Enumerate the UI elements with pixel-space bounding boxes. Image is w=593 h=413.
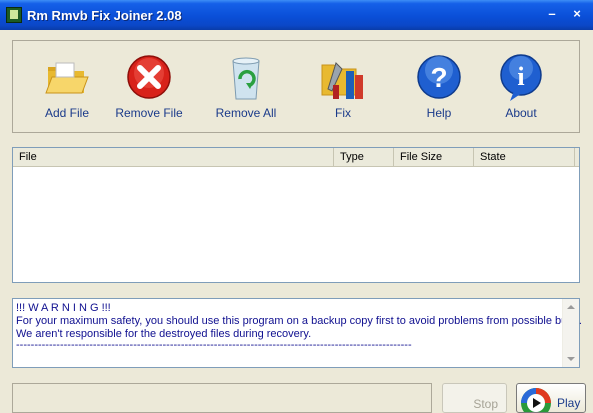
remove-file-button[interactable]: Remove File [109, 53, 189, 131]
red-x-icon [127, 55, 171, 99]
question-icon: ? [417, 55, 461, 99]
remove-all-button[interactable]: Remove All [206, 53, 286, 131]
log-warning-line: !!! W A R N I N G !!! [16, 302, 111, 314]
log-scrollbar[interactable] [562, 299, 579, 367]
column-state[interactable]: State [474, 148, 575, 166]
log-line: For your maximum safety, you should use … [16, 315, 582, 327]
column-file-size[interactable]: File Size [394, 148, 474, 166]
minimize-button[interactable]: – [544, 7, 560, 22]
play-icon [521, 388, 551, 412]
title-bar[interactable]: Rm Rmvb Fix Joiner 2.08 – × [0, 0, 593, 30]
folder-open-icon [45, 62, 89, 94]
app-icon [6, 7, 22, 23]
play-label: Play [557, 396, 581, 410]
fix-label: Fix [335, 106, 351, 120]
play-button[interactable]: Play [516, 383, 586, 413]
help-button[interactable]: ? Help [399, 53, 479, 131]
add-file-button[interactable]: Add File [27, 53, 107, 131]
remove-all-label: Remove All [215, 106, 277, 120]
column-type[interactable]: Type [334, 148, 394, 166]
info-icon: i [500, 54, 542, 101]
close-button[interactable]: × [569, 7, 585, 22]
log-area[interactable]: !!! W A R N I N G !!! For your maximum s… [12, 298, 582, 368]
column-file[interactable]: File [13, 148, 334, 166]
svg-text:?: ? [430, 62, 447, 93]
remove-file-label: Remove File [115, 106, 183, 120]
window-title: Rm Rmvb Fix Joiner 2.08 [27, 8, 182, 23]
about-button[interactable]: i About [481, 53, 561, 131]
progress-bar [12, 383, 432, 413]
main-window: Add File Remove File Remove All Fix ? He… [0, 30, 593, 413]
scroll-up-icon[interactable] [567, 305, 575, 309]
file-list-header: File Type File Size State [13, 148, 579, 167]
svg-text:i: i [517, 62, 524, 91]
stop-button[interactable]: Stop [442, 383, 507, 413]
file-list[interactable]: File Type File Size State [12, 147, 580, 283]
scroll-down-icon[interactable] [567, 357, 575, 361]
log-separator: ----------------------------------------… [16, 339, 412, 351]
tools-icon [321, 62, 363, 99]
recycle-bin-icon [232, 57, 260, 100]
about-label: About [505, 106, 537, 120]
toolbar: Add File Remove File Remove All Fix ? He… [12, 40, 580, 133]
fix-button[interactable]: Fix [303, 53, 383, 131]
